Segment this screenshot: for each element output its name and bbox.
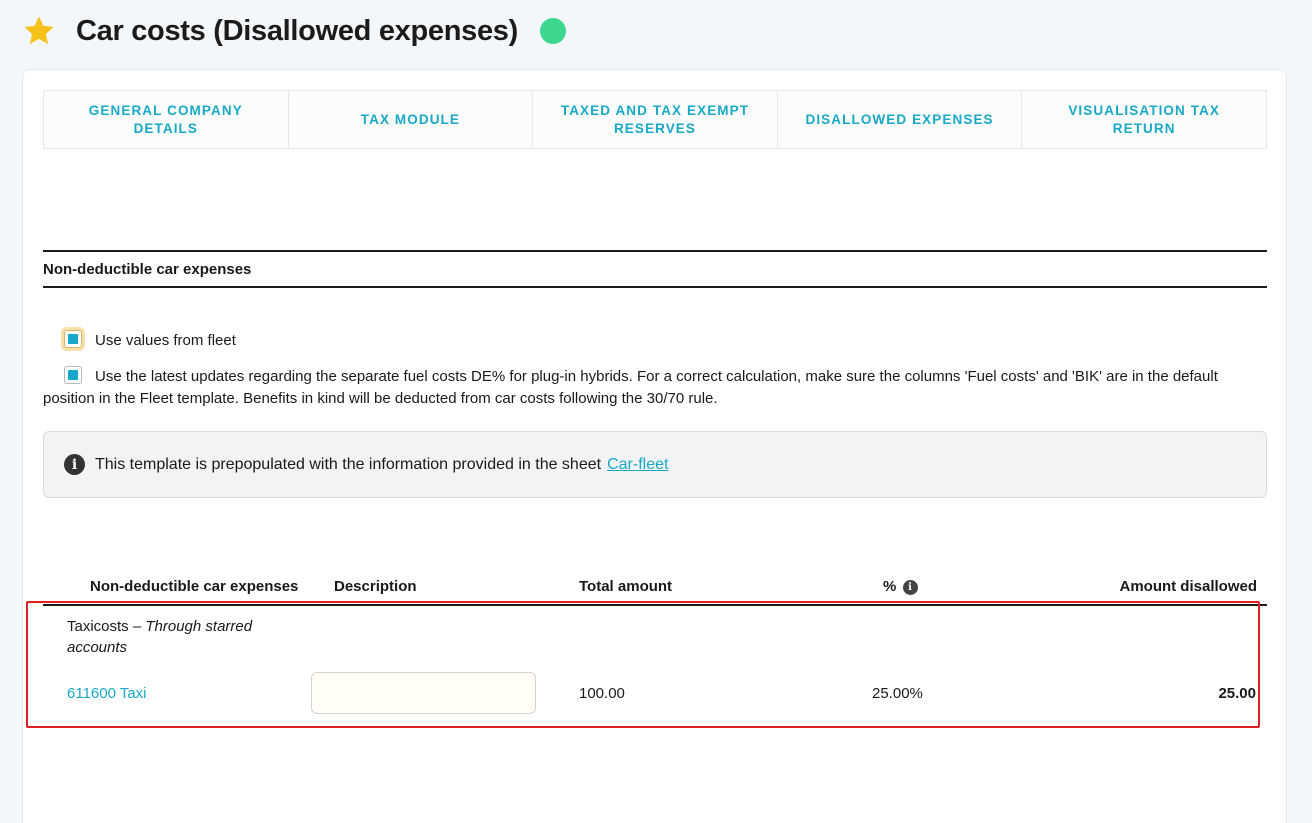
tab-visualisation-tax-return[interactable]: VISUALISATION TAX RETURN [1022,91,1266,148]
star-icon[interactable] [22,14,56,48]
option-use-latest: Use the latest updates regarding the sep… [43,366,1267,410]
status-indicator [540,18,566,44]
option-use-fleet: Use values from fleet [43,330,1267,352]
use-fleet-checkbox[interactable] [64,330,82,348]
column-header-disallowed: Amount disallowed [1119,578,1257,595]
amount-disallowed: 25.00 [1218,685,1256,702]
group-name: Taxicosts [67,618,129,635]
percent-value[interactable]: 25.00% [872,685,923,702]
total-amount: 100.00 [579,685,625,702]
percent-label: % [883,578,897,595]
tab-tax-module[interactable]: TAX MODULE [289,91,534,148]
info-banner: i This template is prepopulated with the… [43,431,1267,498]
car-fleet-link[interactable]: Car-fleet [607,456,668,474]
column-header-total: Total amount [579,578,673,595]
page-header: Car costs (Disallowed expenses) [22,10,566,52]
tab-bar: GENERAL COMPANY DETAILS TAX MODULE TAXED… [43,90,1267,149]
use-fleet-label: Use values from fleet [95,332,236,349]
info-icon: i [64,454,85,475]
column-header-description: Description [334,578,417,595]
section-title: Non-deductible car expenses [43,250,1267,288]
info-text: This template is prepopulated with the i… [95,455,602,473]
account-link[interactable]: 611600 Taxi [67,685,147,702]
column-header-expenses: Non-deductible car expenses [90,578,299,595]
use-latest-checkbox[interactable] [64,366,82,384]
tab-disallowed-expenses[interactable]: DISALLOWED EXPENSES [778,91,1023,148]
group-label: Taxicosts – Through starred accounts [67,616,282,658]
percent-info-icon[interactable]: i [902,580,918,595]
group-separator: – [132,618,142,635]
tab-general-company-details[interactable]: GENERAL COMPANY DETAILS [44,91,289,148]
description-input[interactable] [311,672,536,714]
page-title: Car costs (Disallowed expenses) [76,14,518,47]
tab-taxed-and-tax-exempt-reserves[interactable]: TAXED AND TAX EXEMPT RESERVES [533,91,778,148]
use-latest-label: Use the latest updates regarding the sep… [43,368,1218,407]
column-header-percent: % i [883,578,918,595]
